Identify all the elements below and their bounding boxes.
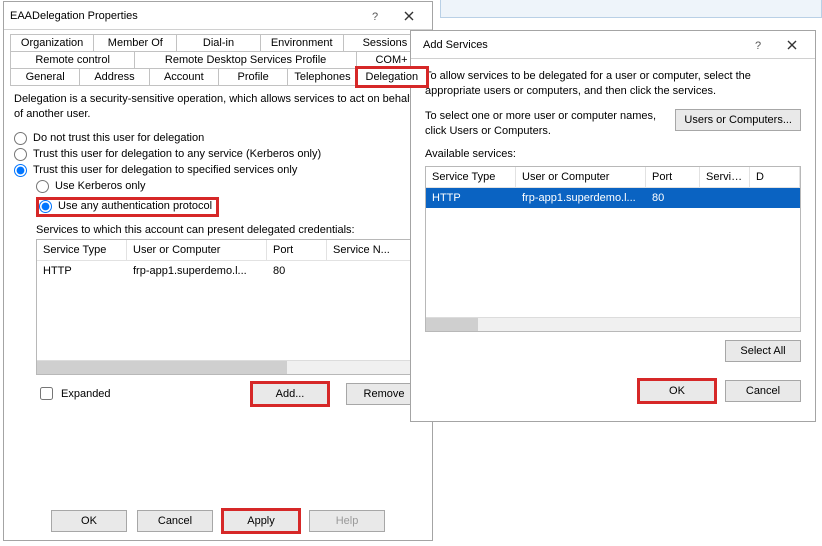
h-scrollbar[interactable] <box>37 360 421 374</box>
col-port[interactable]: Port <box>267 240 327 260</box>
close-icon[interactable] <box>392 5 426 27</box>
cell-service-name <box>327 261 421 281</box>
tab-delegation[interactable]: Delegation <box>357 68 427 86</box>
available-services-listview[interactable]: Service Type User or Computer Port Servi… <box>425 166 801 332</box>
radio-any-auth-input[interactable] <box>39 200 52 213</box>
apply-button[interactable]: Apply <box>223 510 299 532</box>
ok-button[interactable]: OK <box>51 510 127 532</box>
tab-profile[interactable]: Profile <box>218 68 288 86</box>
select-all-button[interactable]: Select All <box>725 340 801 362</box>
radio-any-auth-label: Use any authentication protocol <box>58 200 212 212</box>
tab-telephones[interactable]: Telephones <box>287 68 357 86</box>
tab-remote-control[interactable]: Remote control <box>10 51 135 68</box>
cell-user-or-computer: frp-app1.superdemo.l... <box>127 261 267 281</box>
radio-specified-input[interactable] <box>14 164 27 177</box>
tab-strip: Organization Member Of Dial-in Environme… <box>10 34 426 86</box>
dialog-buttons: OK Cancel Apply Help <box>4 510 432 532</box>
scroll-thumb[interactable] <box>426 318 478 331</box>
col-service-type[interactable]: Service Type <box>37 240 127 260</box>
ok-button[interactable]: OK <box>639 380 715 402</box>
radio-kerberos-only-label: Use Kerberos only <box>55 180 146 192</box>
radio-any-service-input[interactable] <box>14 148 27 161</box>
scroll-thumb[interactable] <box>37 361 287 374</box>
svg-text:?: ? <box>372 11 378 22</box>
radio-no-trust-label: Do not trust this user for delegation <box>33 132 204 144</box>
radio-no-trust-input[interactable] <box>14 132 27 145</box>
radio-kerberos-only-input[interactable] <box>36 180 49 193</box>
titlebar[interactable]: EAADelegation Properties ? <box>4 2 432 30</box>
tab-member-of[interactable]: Member Of <box>93 34 177 51</box>
add-services-dialog: Add Services ? To allow services to be d… <box>410 30 816 422</box>
radio-any-service[interactable]: Trust this user for delegation to any se… <box>14 148 422 161</box>
tab-rds-profile[interactable]: Remote Desktop Services Profile <box>134 51 357 68</box>
col-service-name[interactable]: Service N... <box>327 240 421 260</box>
cell-port: 80 <box>646 188 700 208</box>
table-row[interactable]: HTTP frp-app1.superdemo.l... 80 <box>37 261 421 281</box>
radio-any-auth[interactable]: Use any authentication protocol <box>39 200 212 213</box>
dialog-title: Add Services <box>417 39 741 51</box>
cell-service-name <box>700 188 750 208</box>
services-listview[interactable]: Service Type User or Computer Port Servi… <box>36 239 422 375</box>
help-button[interactable]: Help <box>309 510 385 532</box>
available-label: Available services: <box>425 148 801 160</box>
tab-general[interactable]: General <box>10 68 80 86</box>
radio-specified[interactable]: Trust this user for delegation to specif… <box>14 164 422 177</box>
cancel-button[interactable]: Cancel <box>725 380 801 402</box>
tab-address[interactable]: Address <box>79 68 149 86</box>
tab-dial-in[interactable]: Dial-in <box>176 34 260 51</box>
tab-organization[interactable]: Organization <box>10 34 94 51</box>
col-user-or-computer[interactable]: User or Computer <box>127 240 267 260</box>
col-service-name[interactable]: Service Name <box>700 167 750 187</box>
svg-text:?: ? <box>755 40 761 51</box>
cell-service-type: HTTP <box>37 261 127 281</box>
col-user-or-computer[interactable]: User or Computer <box>516 167 646 187</box>
users-or-computers-button[interactable]: Users or Computers... <box>675 109 801 131</box>
table-row[interactable]: HTTP frp-app1.superdemo.l... 80 <box>426 188 800 208</box>
expanded-label: Expanded <box>61 388 111 400</box>
expanded-checkbox[interactable]: Expanded <box>36 384 111 403</box>
services-caption: Services to which this account can prese… <box>36 224 422 236</box>
tab-environment[interactable]: Environment <box>260 34 344 51</box>
background-console-strip <box>440 0 822 18</box>
tab-account[interactable]: Account <box>149 68 219 86</box>
cancel-button[interactable]: Cancel <box>137 510 213 532</box>
delegation-panel: Delegation is a security-sensitive opera… <box>14 92 422 405</box>
col-service-type[interactable]: Service Type <box>426 167 516 187</box>
h-scrollbar[interactable] <box>426 317 800 331</box>
pick-hint: To select one or more user or computer n… <box>425 109 667 139</box>
dialog-title: EAADelegation Properties <box>10 10 358 22</box>
help-icon[interactable]: ? <box>741 34 775 56</box>
close-icon[interactable] <box>775 34 809 56</box>
listview-header[interactable]: Service Type User or Computer Port Servi… <box>426 167 800 188</box>
col-domain[interactable]: D <box>750 167 800 187</box>
cell-user-or-computer: frp-app1.superdemo.l... <box>516 188 646 208</box>
radio-specified-label: Trust this user for delegation to specif… <box>33 164 297 176</box>
radio-kerberos-only[interactable]: Use Kerberos only <box>36 180 422 193</box>
cell-port: 80 <box>267 261 327 281</box>
titlebar[interactable]: Add Services ? <box>411 31 815 59</box>
col-port[interactable]: Port <box>646 167 700 187</box>
cell-domain <box>750 188 800 208</box>
expanded-checkbox-input[interactable] <box>40 387 53 400</box>
delegation-properties-dialog: EAADelegation Properties ? Organization … <box>3 1 433 541</box>
intro-text: To allow services to be delegated for a … <box>425 69 801 99</box>
radio-any-service-label: Trust this user for delegation to any se… <box>33 148 321 160</box>
listview-header[interactable]: Service Type User or Computer Port Servi… <box>37 240 421 261</box>
intro-text: Delegation is a security-sensitive opera… <box>14 92 422 122</box>
radio-no-trust[interactable]: Do not trust this user for delegation <box>14 132 422 145</box>
help-icon[interactable]: ? <box>358 5 392 27</box>
add-button[interactable]: Add... <box>252 383 328 405</box>
cell-service-type: HTTP <box>426 188 516 208</box>
